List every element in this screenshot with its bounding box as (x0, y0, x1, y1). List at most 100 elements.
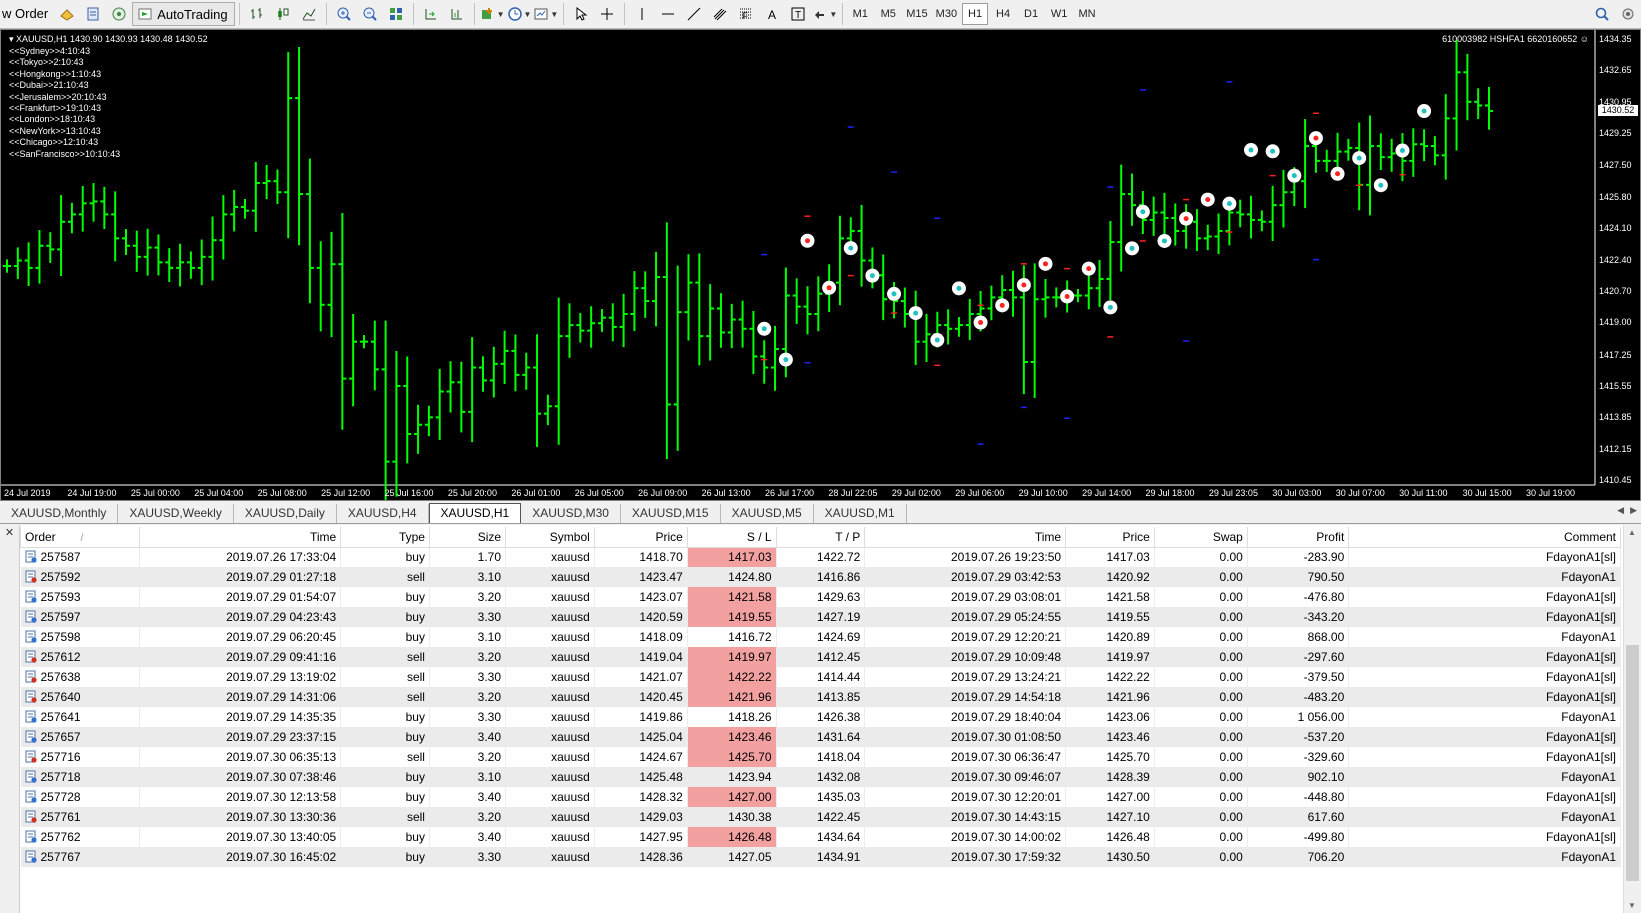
column-header-price[interactable]: Price (593, 527, 688, 548)
column-header-price[interactable]: Price (1065, 527, 1155, 548)
time-axis-label: 30 Jul 19:00 (1526, 488, 1576, 498)
timeframe-m1-button[interactable]: M1 (847, 3, 873, 25)
zoom-out-icon[interactable] (358, 2, 382, 26)
scroll-up-icon[interactable]: ▲ (1628, 528, 1636, 537)
tab-chart-xauusd-daily[interactable]: XAUUSD,Daily (234, 504, 337, 523)
table-row[interactable]: 257761 2019.07.30 13:30:36 sell 3.20 xauusd 1… (20, 807, 1621, 827)
main-toolbar: w Order AutoTrading ▼ ▼ ▼ F A T ▼ M1 M5 … (0, 0, 1641, 29)
timeframe-mn-button[interactable]: MN (1074, 3, 1100, 25)
column-header-comment[interactable]: Comment (1348, 527, 1621, 548)
chart-menu-arrow-icon[interactable]: ▾ (9, 34, 14, 44)
expert-icon[interactable] (55, 2, 79, 26)
table-row[interactable]: 257593 2019.07.29 01:54:07 buy 3.20 xauusd 14… (20, 587, 1621, 607)
table-row[interactable]: 257640 2019.07.29 14:31:06 sell 3.20 xauusd 1… (20, 687, 1621, 707)
crosshair-icon[interactable] (595, 2, 619, 26)
cursor-icon[interactable] (569, 2, 593, 26)
text-icon[interactable]: A (760, 2, 784, 26)
timeframe-h1-button[interactable]: H1 (962, 3, 989, 25)
table-row[interactable]: 257638 2019.07.29 13:19:02 sell 3.30 xauusd 1… (20, 667, 1621, 687)
column-header-swap[interactable]: Swap (1153, 527, 1248, 548)
column-header-size[interactable]: Size (428, 527, 507, 548)
table-row[interactable]: 257718 2019.07.30 07:38:46 buy 3.10 xauusd 14… (20, 767, 1621, 787)
fibonacci-icon[interactable]: F (734, 2, 758, 26)
timeframe-m15-button[interactable]: M15 (903, 3, 930, 25)
channel-icon[interactable] (708, 2, 732, 26)
table-row[interactable]: 257592 2019.07.29 01:27:18 sell 3.10 xauusd 1… (20, 567, 1621, 587)
tab-scroll-buttons[interactable]: ◀ ▶ (1617, 505, 1637, 516)
timeframe-m30-button[interactable]: M30 (933, 3, 960, 25)
bar-chart-icon[interactable] (245, 2, 269, 26)
cell-symbol-text: xauusd (551, 690, 590, 704)
trendline-icon[interactable] (682, 2, 706, 26)
tab-scroll-right-icon[interactable]: ▶ (1630, 505, 1637, 516)
tab-chart-xauusd-m5[interactable]: XAUUSD,M5 (721, 504, 814, 523)
autotrading-button[interactable]: AutoTrading (132, 2, 235, 26)
tab-chart-xauusd-h1[interactable]: XAUUSD,H1 (428, 503, 522, 523)
tab-chart-xauusd-m1[interactable]: XAUUSD,M1 (814, 504, 907, 523)
tab-scroll-left-icon[interactable]: ◀ (1617, 505, 1624, 516)
tab-chart-xauusd-h4[interactable]: XAUUSD,H4 (337, 504, 429, 523)
table-row[interactable]: 257597 2019.07.29 04:23:43 buy 3.30 xauusd 14… (20, 607, 1621, 627)
indicators-icon[interactable]: ▼ (480, 2, 505, 26)
vertical-scrollbar[interactable]: ▲ ▼ (1623, 525, 1641, 913)
trade-marker-dot (869, 273, 875, 279)
column-header-s-l[interactable]: S / L (686, 527, 777, 548)
column-header-time[interactable]: Time (139, 527, 342, 548)
autoscroll-icon[interactable] (419, 2, 443, 26)
column-header-t-p[interactable]: T / P (775, 527, 866, 548)
settings-icon[interactable] (1616, 2, 1640, 26)
tab-chart-xauusd-m15[interactable]: XAUUSD,M15 (621, 504, 721, 523)
arrows-icon[interactable]: ▼ (812, 2, 837, 26)
ohlc-bar (944, 309, 953, 345)
scroll-down-icon[interactable]: ▼ (1628, 901, 1636, 910)
new-order-button[interactable]: w Order (0, 1, 54, 27)
cell-close-time: 2019.07.30 01:08:50 (864, 727, 1067, 747)
zoom-in-icon[interactable] (332, 2, 356, 26)
table-row[interactable]: 257728 2019.07.30 12:13:58 buy 3.40 xauusd 14… (20, 787, 1621, 807)
column-header-order[interactable]: Order / (19, 527, 141, 548)
timeframe-m5-button[interactable]: M5 (875, 3, 901, 25)
chart-shift-icon[interactable] (445, 2, 469, 26)
table-row[interactable]: 257762 2019.07.30 13:40:05 buy 3.40 xauusd 14… (20, 827, 1621, 847)
candlestick-icon[interactable] (271, 2, 295, 26)
market-watch-icon[interactable] (81, 2, 105, 26)
table-row[interactable]: 257587 2019.07.26 17:33:04 buy 1.70 xauusd 14… (20, 547, 1621, 567)
tab-chart-xauusd-weekly[interactable]: XAUUSD,Weekly (118, 504, 234, 523)
vertical-line-icon[interactable] (630, 2, 654, 26)
column-header-symbol[interactable]: Symbol (505, 527, 595, 548)
data-window-icon[interactable] (107, 2, 131, 26)
horizontal-line-icon[interactable] (656, 2, 680, 26)
ohlc-bar (760, 340, 769, 384)
cell-comment-text: FdayonA1[sl] (1545, 730, 1616, 744)
table-row[interactable]: 257612 2019.07.29 09:41:16 sell 3.20 xauusd 1… (20, 647, 1621, 667)
cell-order-text: 257767 (40, 849, 81, 864)
column-header-type[interactable]: Type (340, 527, 430, 548)
table-row[interactable]: 257641 2019.07.29 14:35:35 buy 3.30 xauusd 14… (20, 707, 1621, 727)
tab-chart-xauusd-m30[interactable]: XAUUSD,M30 (521, 504, 621, 523)
line-chart-icon[interactable] (297, 2, 321, 26)
tab-chart-xauusd-monthly[interactable]: XAUUSD,Monthly (0, 504, 119, 523)
cell-size-text: 3.20 (477, 810, 502, 824)
price-chart[interactable]: ▾ XAUUSD,H1 1430.90 1430.93 1430.48 1430… (0, 29, 1641, 501)
search-icon[interactable] (1590, 2, 1614, 26)
table-row[interactable]: 257767 2019.07.30 16:45:02 buy 3.30 xauusd 14… (20, 847, 1621, 867)
table-row[interactable]: 257657 2019.07.29 23:37:15 buy 3.40 xauusd 14… (20, 727, 1621, 747)
tile-windows-icon[interactable] (384, 2, 408, 26)
table-row[interactable]: 257716 2019.07.30 06:35:13 sell 3.20 xauusd 1… (20, 747, 1621, 767)
autotrading-label: AutoTrading (157, 6, 228, 22)
close-icon[interactable]: ✕ (0, 525, 19, 541)
periods-icon[interactable]: ▼ (507, 2, 531, 26)
timeframe-w1-button[interactable]: W1 (1046, 3, 1072, 25)
cell-swap-text: 0.00 (1219, 650, 1243, 664)
timeframe-h4-button[interactable]: H4 (990, 3, 1016, 25)
table-row[interactable]: 257598 2019.07.29 06:20:45 buy 3.10 xauusd 14… (20, 627, 1621, 647)
timeframe-d1-button[interactable]: D1 (1018, 3, 1044, 25)
column-header-profit[interactable]: Profit (1246, 527, 1350, 548)
cell-price-text: 1428.36 (639, 850, 683, 864)
text-label-icon[interactable]: T (786, 2, 810, 26)
column-header-time[interactable]: Time (864, 527, 1067, 548)
trade-marker-dot (1335, 171, 1341, 177)
templates-icon[interactable]: ▼ (533, 2, 558, 26)
chart-canvas[interactable] (1, 30, 1640, 500)
scrollbar-thumb[interactable] (1626, 645, 1639, 881)
